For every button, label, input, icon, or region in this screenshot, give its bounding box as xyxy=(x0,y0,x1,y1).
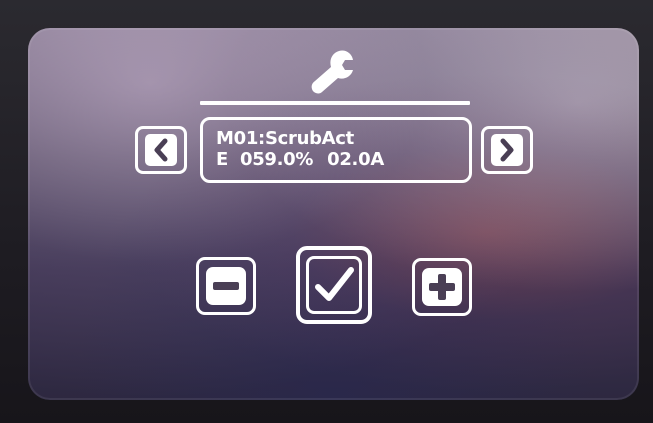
confirm-button-face xyxy=(306,256,362,314)
plus-icon xyxy=(429,274,455,300)
previous-button[interactable] xyxy=(135,126,187,174)
previous-button-face xyxy=(145,134,177,166)
next-button[interactable] xyxy=(481,126,533,174)
chevron-left-icon xyxy=(154,138,168,162)
confirm-button[interactable] xyxy=(296,246,372,324)
checkmark-icon xyxy=(315,267,354,301)
mode-value: E xyxy=(216,149,228,170)
parameter-values: E 059.0% 02.0A xyxy=(216,149,469,170)
wrench-icon xyxy=(311,50,353,94)
header-divider xyxy=(200,101,470,105)
decrease-button[interactable] xyxy=(196,257,256,315)
chevron-right-icon xyxy=(500,138,514,162)
increase-button[interactable] xyxy=(412,258,472,316)
parameter-display: M01:ScrubAct E 059.0% 02.0A xyxy=(200,117,472,183)
minus-icon xyxy=(213,282,239,290)
next-button-face xyxy=(491,134,523,166)
percent-value: 059.0% xyxy=(239,149,314,170)
current-value: 02.0A xyxy=(327,149,384,170)
device-bezel: M01:ScrubAct E 059.0% 02.0A xyxy=(0,0,653,423)
increase-button-face xyxy=(422,268,462,306)
parameter-name: M01:ScrubAct xyxy=(216,128,354,149)
decrease-button-face xyxy=(206,267,246,305)
